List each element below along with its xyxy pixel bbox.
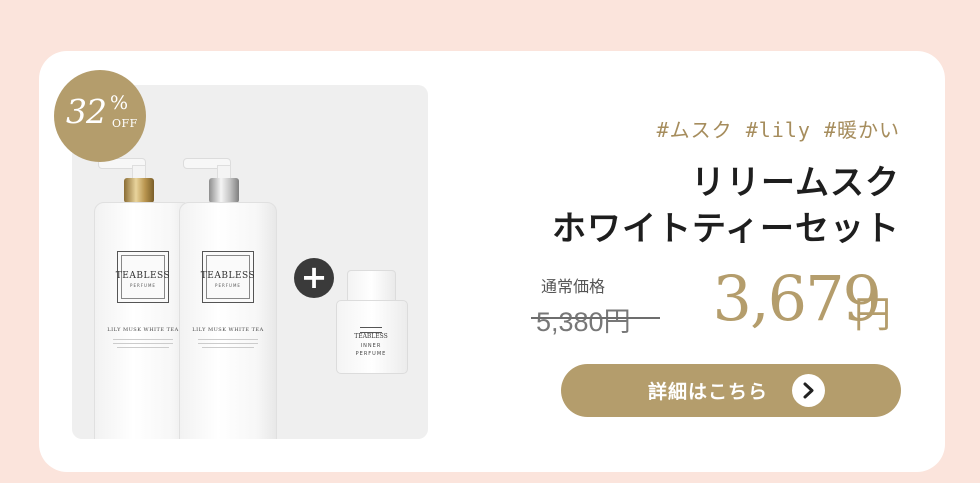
discount-number: 32 bbox=[66, 92, 107, 131]
perfume-brand: TEABLESS bbox=[354, 333, 388, 340]
bottle-name: LILY MUSK WHITE TEA bbox=[107, 327, 179, 333]
regular-price-label: 通常価格 bbox=[541, 277, 606, 296]
details-button[interactable]: 詳細はこちら bbox=[561, 364, 901, 417]
bottle-name: LILY MUSK WHITE TEA bbox=[192, 327, 264, 333]
sale-price-unit: 円 bbox=[854, 293, 891, 336]
product-title-line-2: ホワイトティーセット bbox=[552, 209, 900, 249]
bottle-brand: TEABLESS bbox=[115, 271, 171, 281]
discount-percent: % bbox=[110, 92, 129, 114]
strikethrough-line bbox=[531, 317, 660, 319]
bottle-sub: PERFUME bbox=[215, 283, 241, 288]
perfume-line-1: INNER bbox=[360, 343, 382, 349]
plus-icon: + bbox=[294, 258, 334, 298]
chevron-right-icon bbox=[792, 374, 825, 407]
details-button-label: 詳細はこちら bbox=[648, 381, 769, 403]
hashtags: #ムスク #lily #暖かい bbox=[656, 118, 900, 142]
discount-badge: 32 % OFF bbox=[54, 70, 146, 162]
product-title-line-1: リリームスク bbox=[691, 163, 900, 203]
bottle-sub: PERFUME bbox=[130, 283, 156, 288]
bottle-brand: TEABLESS bbox=[200, 271, 256, 281]
regular-price: 5,380円 bbox=[536, 307, 631, 337]
perfume-line-2: PERFUME bbox=[355, 351, 387, 357]
discount-off-label: OFF bbox=[112, 117, 138, 130]
